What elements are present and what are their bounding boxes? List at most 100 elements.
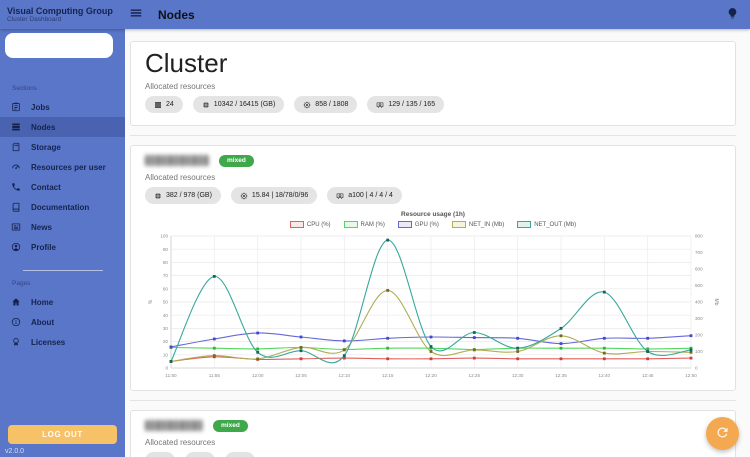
node-allocated-label: Allocated resources: [145, 438, 216, 447]
svg-text:12:25: 12:25: [469, 373, 481, 378]
sidebar-item-home[interactable]: Home: [0, 292, 125, 312]
svg-text:12:35: 12:35: [555, 373, 567, 378]
legend-item[interactable]: CPU (%): [289, 221, 331, 228]
svg-text:800: 800: [695, 234, 703, 239]
lightbulb-icon: [726, 7, 739, 23]
sidebar-item-news[interactable]: News: [0, 217, 125, 237]
legend-label: NET_OUT (Mb): [534, 221, 577, 228]
logout-button[interactable]: LOG OUT: [8, 425, 117, 444]
svg-text:600: 600: [695, 267, 703, 272]
resource-chip: [225, 452, 255, 457]
sidebar-item-resources-per-user[interactable]: Resources per user: [0, 157, 125, 177]
nodes-icon: [11, 122, 21, 132]
legend-item[interactable]: NET_OUT (Mb): [517, 221, 576, 228]
svg-text:20: 20: [163, 339, 169, 344]
svg-text:12:05: 12:05: [295, 373, 307, 378]
node-status-badge: mixed: [219, 154, 254, 167]
node-chip-row: [145, 452, 721, 457]
profile-icon: [11, 242, 21, 252]
sidebar-item-label: Contact: [31, 182, 61, 192]
svg-text:700: 700: [695, 250, 703, 255]
legend-swatch: [451, 221, 466, 228]
resource-chip: 129 / 135 / 165: [367, 96, 445, 113]
app-bar: Visual Computing Group Cluster Dashboard…: [0, 0, 750, 29]
sidebar-item-label: Storage: [31, 142, 61, 152]
sidebar-item-storage[interactable]: Storage: [0, 137, 125, 157]
refresh-fab[interactable]: [706, 417, 739, 450]
legend-item[interactable]: GPU (%): [397, 221, 439, 228]
svg-text:11:55: 11:55: [209, 373, 221, 378]
chip-value: 858 / 1808: [315, 101, 349, 108]
svg-text:12:45: 12:45: [642, 373, 654, 378]
org-subtitle: Cluster Dashboard: [7, 15, 62, 23]
node-allocated-label: Allocated resources: [145, 173, 216, 182]
sidebar-item-licenses[interactable]: Licenses: [0, 332, 125, 352]
sidebar-item-label: Documentation: [31, 202, 90, 212]
chip-value: 10342 / 16415 (GB): [213, 101, 276, 108]
info-icon: [11, 317, 21, 327]
org-name: Visual Computing Group: [7, 5, 113, 16]
svg-text:400: 400: [695, 300, 703, 305]
chart-title: Resource usage (1h): [401, 211, 465, 218]
gauge-icon: [11, 162, 21, 172]
chip-value: 24: [166, 101, 174, 108]
menu-button[interactable]: [127, 4, 145, 25]
sections-label: Sections: [12, 85, 37, 92]
svg-text:0: 0: [695, 366, 698, 371]
sidebar-item-label: Home: [31, 297, 54, 307]
jobs-icon: [11, 102, 21, 112]
sidebar-item-label: Jobs: [31, 102, 50, 112]
svg-text:12:30: 12:30: [512, 373, 524, 378]
chart-plot-area: 0 10 20 30 40 50 60 70 80 90 100 11:50 11:55 12:00 12:…: [148, 234, 719, 378]
svg-text:60: 60: [163, 286, 169, 291]
legend-swatch: [397, 221, 412, 228]
sidebar-item-documentation[interactable]: Documentation: [0, 197, 125, 217]
resource-chip: 15.84 | 18/78/0/96: [230, 187, 318, 204]
gpu-icon: [376, 101, 384, 109]
legend-label: NET_IN (Mb): [468, 221, 505, 228]
sidebar-item-label: Nodes: [31, 122, 56, 132]
sidebar-item-nodes[interactable]: Nodes: [0, 117, 125, 137]
nodes-icon: [154, 101, 162, 109]
sidebar-item-label: About: [31, 317, 55, 327]
resource-chip: a100 | 4 / 4 / 4: [327, 187, 402, 204]
license-icon: [11, 337, 21, 347]
svg-text:100: 100: [695, 349, 703, 354]
cluster-card: Cluster Allocated resources 24 10342 / 16…: [130, 41, 736, 126]
chip-value: 15.84 | 18/78/0/96: [251, 192, 309, 199]
version-label: v2.0.0: [5, 448, 25, 455]
contact-icon: [11, 182, 21, 192]
hamburger-icon: [129, 6, 143, 23]
legend-swatch: [517, 221, 532, 228]
theme-toggle-button[interactable]: [724, 5, 741, 25]
legend-item[interactable]: RAM (%): [343, 221, 385, 228]
memory-icon: [202, 101, 210, 109]
sidebar-item-contact[interactable]: Contact: [0, 177, 125, 197]
sidebar: Sections Jobs Nodes Storage Resources per u…: [0, 29, 125, 457]
chip-value: 382 / 978 (GB): [166, 192, 212, 199]
svg-text:200: 200: [695, 333, 703, 338]
search-input[interactable]: [5, 33, 113, 58]
main-content: Cluster Allocated resources 24 10342 / 16…: [125, 29, 750, 457]
refresh-icon: [715, 425, 730, 443]
legend-item[interactable]: NET_IN (Mb): [451, 221, 505, 228]
legend-label: CPU (%): [306, 221, 331, 228]
news-icon: [11, 222, 21, 232]
card-divider: [130, 400, 736, 401]
sidebar-item-label: News: [31, 222, 52, 232]
svg-text:12:00: 12:00: [252, 373, 264, 378]
sidebar-item-profile[interactable]: Profile: [0, 237, 125, 257]
storage-icon: [11, 142, 21, 152]
node-card-1: mixed Allocated resources 382 / 978 (GB)…: [130, 145, 736, 391]
legend-swatch: [343, 221, 358, 228]
svg-text:70: 70: [163, 273, 169, 278]
svg-text:11:50: 11:50: [165, 373, 177, 378]
card-divider: [130, 135, 736, 136]
svg-text:12:15: 12:15: [382, 373, 394, 378]
sidebar-item-jobs[interactable]: Jobs: [0, 97, 125, 117]
pages-label: Pages: [12, 280, 31, 287]
sidebar-sections: Jobs Nodes Storage Resources per user Contac…: [0, 97, 125, 257]
svg-text:12:20: 12:20: [425, 373, 437, 378]
node-header: mixed: [145, 153, 721, 168]
sidebar-item-about[interactable]: About: [0, 312, 125, 332]
